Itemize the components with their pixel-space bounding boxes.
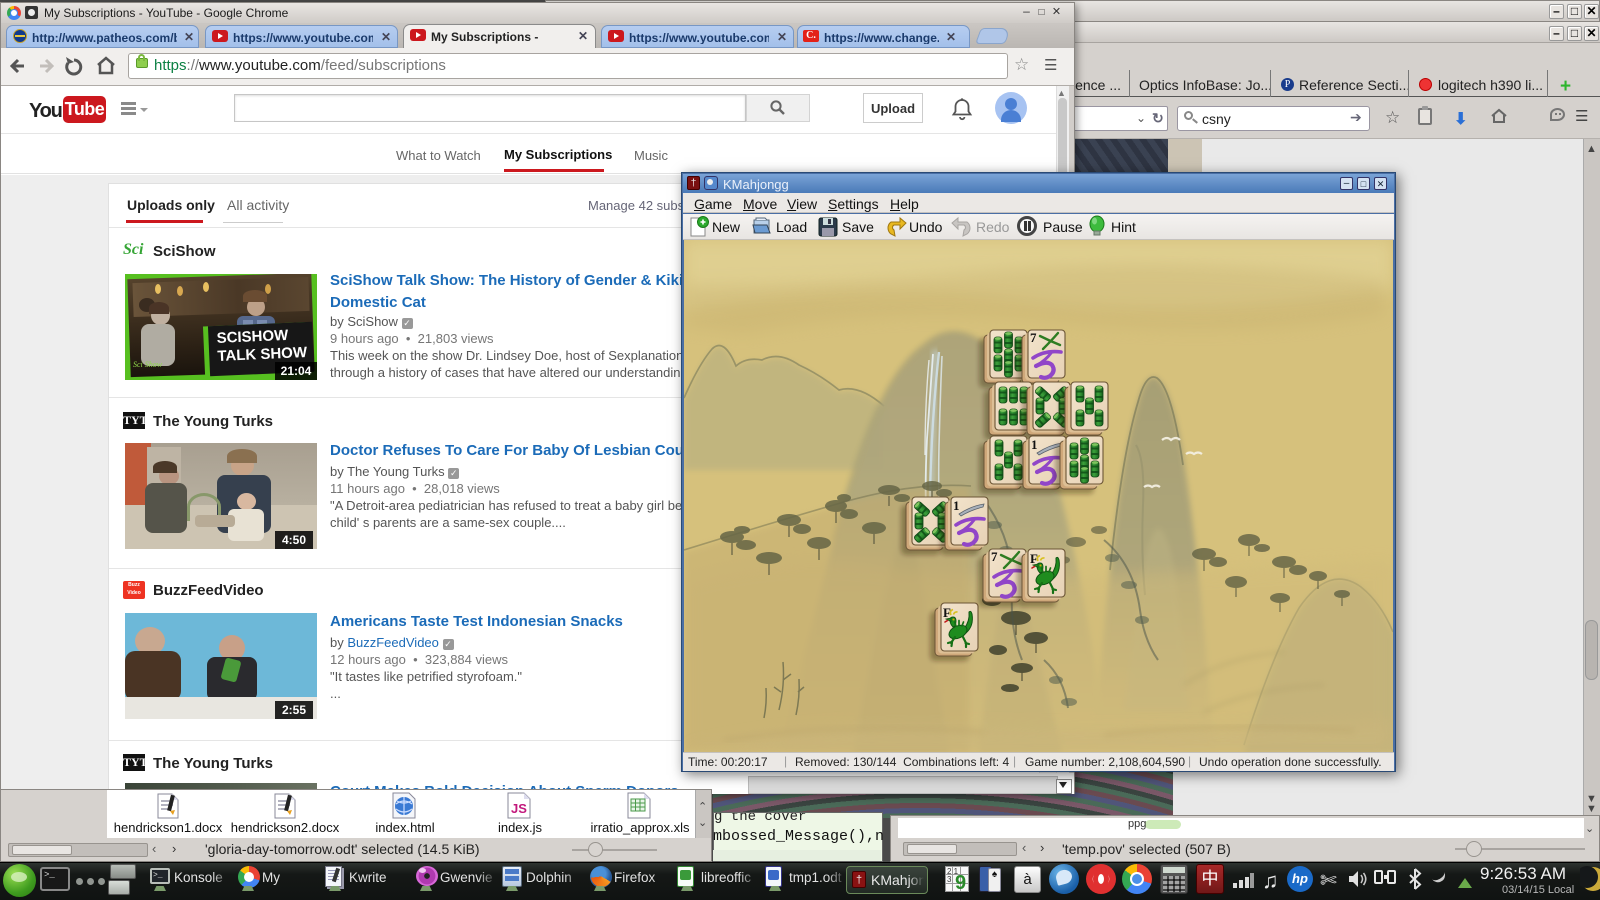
svg-text:JS: JS — [511, 801, 527, 816]
